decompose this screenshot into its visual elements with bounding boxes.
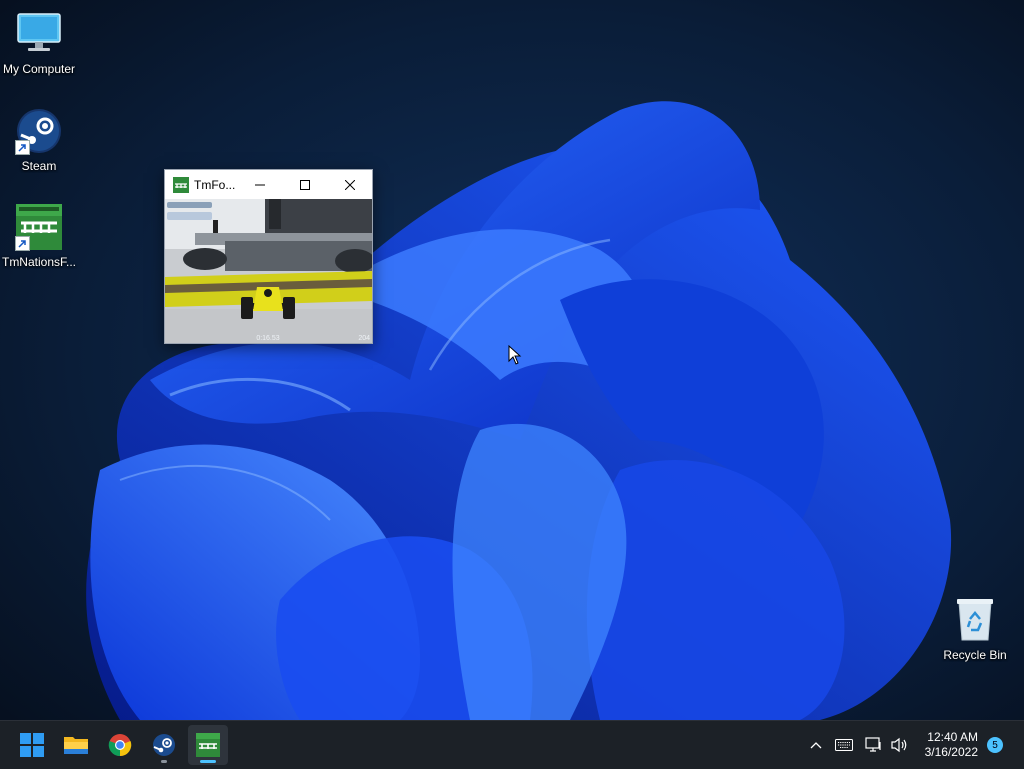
game-viewport[interactable]: 0:16.53 204 [165,199,372,343]
running-indicator [161,760,167,763]
desktop-icon-label: TmNationsF... [1,255,76,269]
taskbar-chrome[interactable] [100,725,140,765]
desktop-icon-label: Steam [21,159,57,173]
clock-time: 12:40 AM [927,730,978,744]
tmnations-icon [196,733,220,757]
close-icon [344,179,355,190]
desktop-icon-label: My Computer [2,62,76,76]
active-indicator [200,760,216,763]
keyboard-tray-button[interactable] [834,735,854,755]
chrome-icon [108,734,132,757]
volume-tray-button[interactable] [890,735,910,755]
notification-badge[interactable]: 5 [987,737,1003,753]
shortcut-arrow-icon [15,140,30,155]
tmnations-icon [173,176,189,193]
desktop-icon-tmnations[interactable]: TmNationsF... [0,203,81,269]
steam-icon [153,734,175,756]
network-tray-button[interactable] [864,735,884,755]
taskbar: 12:40 AM 3/16/2022 5 [0,720,1024,769]
show-hidden-icons-button[interactable] [806,735,826,755]
speedometer: 204 [358,335,370,342]
desktop-icon-steam[interactable]: Steam [0,107,81,173]
shortcut-arrow-icon [15,236,30,251]
start-button[interactable] [12,725,52,765]
taskbar-file-explorer[interactable] [56,725,96,765]
minimize-icon [254,184,265,185]
taskbar-tmforever[interactable] [188,725,228,765]
mouse-cursor [508,345,522,365]
windows-start-icon [20,733,44,757]
maximize-button[interactable] [282,170,327,199]
recycle-bin-icon [951,596,999,644]
taskbar-clock[interactable]: 12:40 AM 3/16/2022 [925,730,978,760]
taskbar-steam[interactable] [144,725,184,765]
tmnations-icon [15,203,63,251]
window-title: TmFo... [194,177,236,192]
maximize-icon [299,179,310,190]
race-timer: 0:16.53 [256,335,279,342]
volume-icon [891,737,907,753]
game-window[interactable]: TmFo... 0:16.53 204 [164,169,373,344]
monitor-icon [15,10,63,58]
window-titlebar[interactable]: TmFo... [165,170,372,199]
desktop-icon-recycle-bin[interactable]: Recycle Bin [933,596,1017,662]
keyboard-icon [835,739,853,751]
close-button[interactable] [327,170,372,199]
chevron-up-icon [810,742,822,749]
folder-icon [64,737,88,754]
desktop-icon-my-computer[interactable]: My Computer [0,10,81,76]
minimize-button[interactable] [237,170,282,199]
network-icon [865,737,881,752]
clock-date: 3/16/2022 [924,745,978,759]
steam-icon [15,107,63,155]
desktop-icon-label: Recycle Bin [943,648,1007,662]
